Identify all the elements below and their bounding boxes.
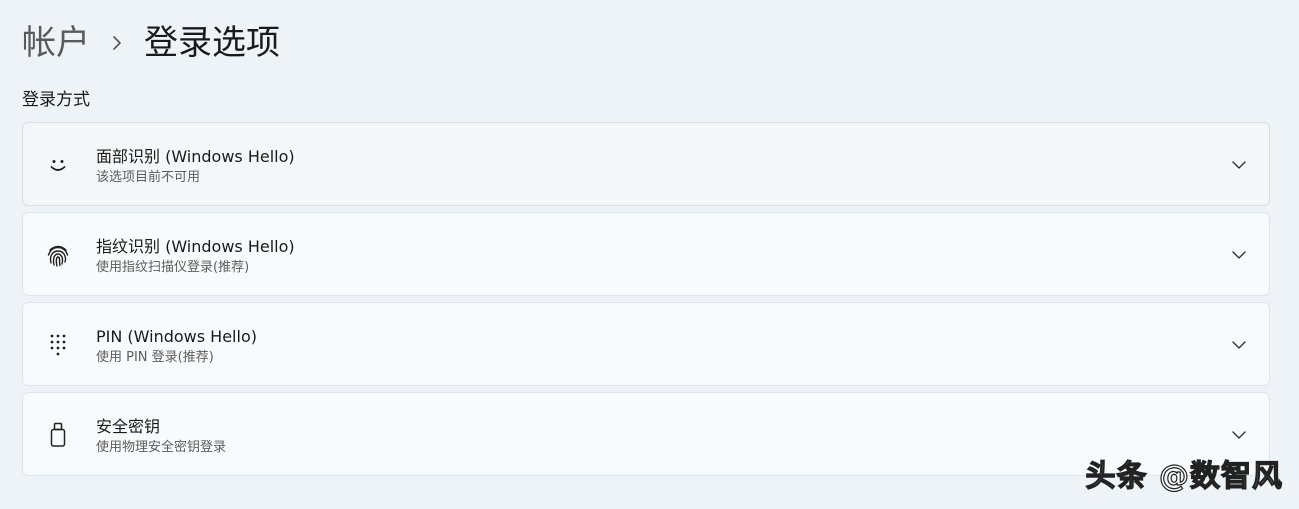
option-fingerprint[interactable]: 指纹识别 (Windows Hello) 使用指纹扫描仪登录(推荐) bbox=[22, 212, 1270, 296]
fingerprint-icon bbox=[44, 241, 72, 269]
chevron-right-icon bbox=[90, 18, 144, 68]
page-title: 登录选项 bbox=[144, 23, 280, 63]
chevron-down-icon[interactable] bbox=[1227, 333, 1251, 357]
chevron-down-icon[interactable] bbox=[1227, 243, 1251, 267]
section-heading-sign-in-methods: 登录方式 bbox=[22, 90, 90, 110]
security-key-icon bbox=[44, 421, 72, 449]
option-subtitle: 使用物理安全密钥登录 bbox=[96, 440, 227, 455]
watermark: 头条 @数智风 bbox=[1085, 458, 1283, 494]
breadcrumb: 帐户 登录选项 bbox=[22, 18, 280, 68]
chevron-down-icon[interactable] bbox=[1227, 153, 1251, 177]
option-subtitle: 使用 PIN 登录(推荐) bbox=[96, 350, 214, 365]
option-face-recognition[interactable]: 面部识别 (Windows Hello) 该选项目前不可用 bbox=[22, 122, 1270, 206]
breadcrumb-parent-accounts[interactable]: 帐户 bbox=[22, 18, 90, 68]
option-title: PIN (Windows Hello) bbox=[96, 327, 257, 346]
option-title: 安全密钥 bbox=[96, 417, 161, 436]
option-title: 面部识别 (Windows Hello) bbox=[96, 147, 295, 166]
face-smile-icon bbox=[44, 151, 72, 179]
chevron-down-icon[interactable] bbox=[1227, 423, 1251, 447]
option-pin[interactable]: PIN (Windows Hello) 使用 PIN 登录(推荐) bbox=[22, 302, 1270, 386]
pin-keypad-icon bbox=[44, 331, 72, 359]
option-title: 指纹识别 (Windows Hello) bbox=[96, 237, 295, 256]
option-subtitle: 使用指纹扫描仪登录(推荐) bbox=[96, 260, 250, 275]
option-security-key[interactable]: 安全密钥 使用物理安全密钥登录 bbox=[22, 392, 1270, 476]
option-subtitle: 该选项目前不可用 bbox=[96, 170, 201, 185]
